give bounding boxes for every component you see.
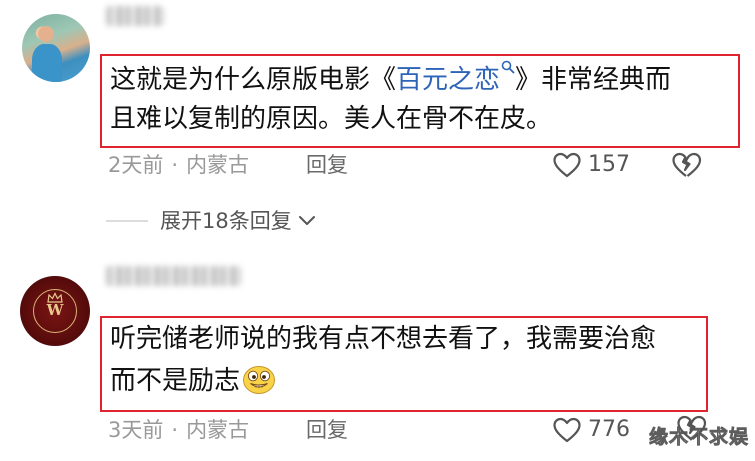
user-avatar[interactable] xyxy=(22,14,90,82)
comment-location: 内蒙古 xyxy=(186,153,250,177)
comment-text-line: 这就是为什么原版电影《百元之恋 》非常经典而 xyxy=(110,60,671,97)
reply-button[interactable]: 回复 xyxy=(306,151,348,179)
user-avatar[interactable]: W xyxy=(20,276,90,346)
comment-section: ▇▇▇ 这就是为什么原版电影《百元之恋》非常经典而 且难以复制的原因。美人在骨不… xyxy=(0,0,755,461)
expand-replies-button[interactable]: 展开18条回复 xyxy=(106,206,316,236)
watermark-text: 缘木不求娱 xyxy=(648,426,749,449)
comment-meta: 2天前 · 内蒙古 xyxy=(108,151,249,179)
chevron-down-icon[interactable] xyxy=(298,215,316,227)
separator-dot: · xyxy=(171,418,179,442)
reply-button[interactable]: 回复 xyxy=(306,416,348,444)
heart-outline-icon[interactable] xyxy=(552,151,582,179)
grinning-emoji-icon xyxy=(243,366,276,394)
heart-outline-icon[interactable] xyxy=(552,416,582,444)
separator-dot: · xyxy=(171,153,179,177)
comment-time: 3天前 xyxy=(108,418,164,442)
comment-text-line: 听完储老师说的我有点不想去看了，我需要治愈 xyxy=(110,324,657,354)
comment-location: 内蒙古 xyxy=(186,418,250,442)
like-button[interactable]: 776 xyxy=(552,415,630,445)
like-count: 776 xyxy=(588,417,630,442)
expand-replies-label[interactable]: 展开18条回复 xyxy=(160,206,292,236)
search-link[interactable]: 百元之恋 xyxy=(396,60,515,95)
comment-text-highlight: 这就是为什么原版电影《百元之恋 》非常经典而 且难以复制的原因。美人在骨不在皮。 xyxy=(100,54,740,148)
comment-text-line: 而不是励志 xyxy=(110,364,276,398)
comment-text-highlight: 听完储老师说的我有点不想去看了，我需要治愈 而不是励志 xyxy=(100,316,708,412)
username-blurred[interactable]: ▇▇▇▇▇▇ xyxy=(106,266,241,286)
comment-text-line: 且难以复制的原因。美人在骨不在皮。 xyxy=(110,104,553,134)
divider-line xyxy=(106,220,148,222)
broken-heart-icon[interactable] xyxy=(671,150,703,180)
search-icon xyxy=(501,60,515,74)
like-button[interactable]: 157 xyxy=(552,150,630,180)
like-count: 157 xyxy=(588,152,630,177)
comment-meta: 3天前 · 内蒙古 xyxy=(108,416,249,444)
username-blurred[interactable]: ▇▇▇ xyxy=(106,6,164,26)
avatar-letter: W xyxy=(46,301,64,319)
comment-time: 2天前 xyxy=(108,153,164,177)
